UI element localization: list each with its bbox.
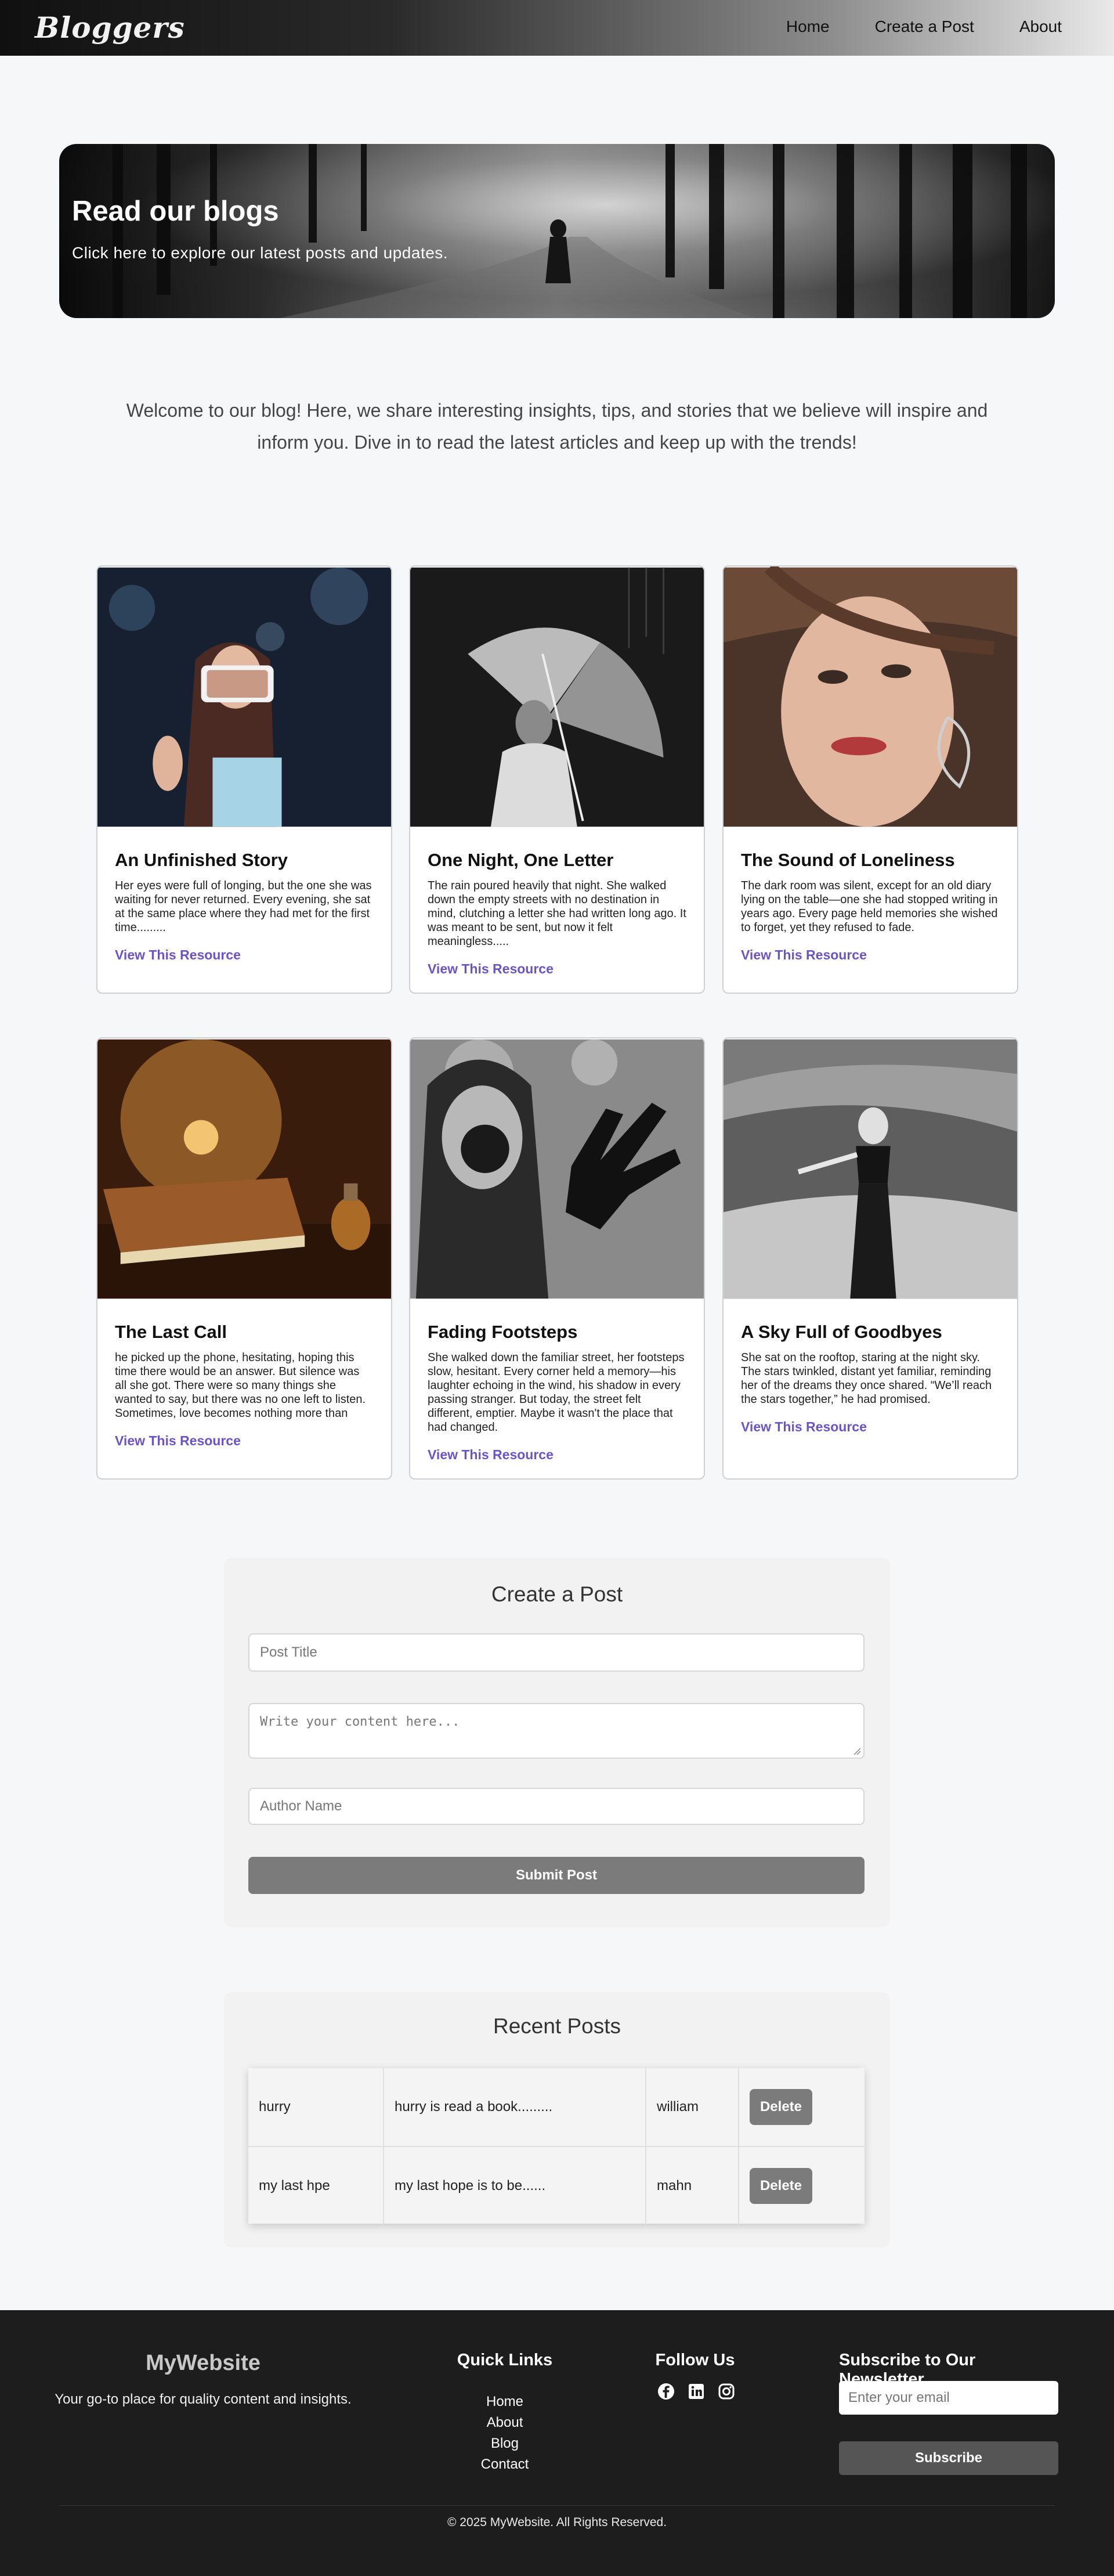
blog-card: The Sound of Loneliness The dark room wa… — [722, 565, 1018, 994]
nav-link-home[interactable]: Home — [786, 17, 830, 36]
hero-subtitle[interactable]: Click here to explore our latest posts a… — [72, 244, 448, 262]
blog-card: One Night, One Letter The rain poured he… — [409, 565, 705, 994]
card-title: Fading Footsteps — [428, 1322, 578, 1342]
blog-card: Fading Footsteps She walked down the fam… — [409, 1037, 705, 1480]
view-resource-link[interactable]: View This Resource — [115, 947, 374, 963]
post-author-cell: william — [646, 2068, 739, 2146]
footer-link-contact[interactable]: Contact — [447, 2454, 563, 2475]
delete-button[interactable]: Delete — [750, 2168, 812, 2204]
site-logo[interactable]: Bloggers — [35, 10, 185, 45]
card-excerpt: he picked up the phone, hesitating, hopi… — [115, 1351, 366, 1420]
card-image — [724, 1039, 1017, 1299]
card-image — [410, 567, 704, 827]
card-excerpt: Her eyes were full of longing, but the o… — [115, 879, 372, 934]
post-content-cell: my last hope is to be...... — [384, 2147, 646, 2225]
card-image — [724, 567, 1017, 827]
hero-title: Read our blogs — [72, 196, 279, 227]
view-resource-link[interactable]: View This Resource — [115, 1433, 374, 1449]
author-name-input[interactable]: Author Name — [248, 1788, 865, 1825]
nav-links: Home Create a Post About — [786, 17, 1062, 36]
view-resource-link[interactable]: View This Resource — [428, 1447, 686, 1463]
nav-link-create-post[interactable]: Create a Post — [875, 17, 974, 36]
post-content-textarea[interactable]: Write your content here... — [248, 1703, 865, 1759]
post-title-cell: my last hpe — [248, 2147, 384, 2225]
blog-card: A Sky Full of Goodbyes She sat on the ro… — [722, 1037, 1018, 1480]
social-icons — [657, 2382, 736, 2401]
site-footer: MyWebsite Your go-to place for quality c… — [0, 2310, 1114, 2576]
create-post-heading: Create a Post — [491, 1582, 623, 1606]
card-image — [97, 567, 391, 827]
footer-link-home[interactable]: Home — [447, 2391, 563, 2412]
card-title: A Sky Full of Goodbyes — [741, 1322, 942, 1342]
post-content-placeholder: Write your content here... — [260, 1715, 460, 1729]
nav-link-about[interactable]: About — [1019, 17, 1062, 36]
newsletter-email-input[interactable]: Enter your email — [839, 2381, 1058, 2415]
resize-grip-icon[interactable] — [853, 1747, 861, 1755]
footer-brand: MyWebsite — [146, 2351, 261, 2375]
view-resource-link[interactable]: View This Resource — [428, 961, 686, 977]
submit-post-button[interactable]: Submit Post — [248, 1857, 865, 1894]
follow-us-heading: Follow Us — [655, 2351, 735, 2369]
subscribe-button[interactable]: Subscribe — [839, 2441, 1058, 2475]
quick-links-list: Home About Blog Contact — [447, 2391, 563, 2475]
recent-posts-table: hurry hurry is read a book......... will… — [248, 2068, 865, 2225]
post-actions-cell: Delete — [739, 2147, 865, 2225]
footer-divider — [59, 2505, 1055, 2506]
view-resource-link[interactable]: View This Resource — [741, 947, 1000, 963]
card-image — [410, 1039, 704, 1299]
footer-tagline: Your go-to place for quality content and… — [55, 2391, 352, 2407]
post-content-cell: hurry is read a book......... — [384, 2068, 646, 2146]
card-excerpt: The dark room was silent, except for an … — [741, 879, 998, 934]
post-title-cell: hurry — [248, 2068, 384, 2146]
recent-posts-section: Recent Posts hurry hurry is read a book.… — [224, 1992, 890, 2247]
blog-card: An Unfinished Story Her eyes were full o… — [96, 565, 392, 994]
hero-forest-image — [113, 144, 1027, 318]
post-author-cell: mahn — [646, 2147, 739, 2225]
intro-text: Welcome to our blog! Here, we share inte… — [126, 400, 988, 453]
card-excerpt: She sat on the rooftop, staring at the n… — [741, 1351, 992, 1406]
linkedin-icon[interactable] — [687, 2382, 706, 2401]
card-title: An Unfinished Story — [115, 850, 288, 870]
post-actions-cell: Delete — [739, 2068, 865, 2146]
card-excerpt: The rain poured heavily that night. She … — [428, 879, 686, 948]
table-row: my last hpe my last hope is to be...... … — [248, 2146, 865, 2225]
card-title: One Night, One Letter — [428, 850, 614, 870]
table-row: hurry hurry is read a book......... will… — [248, 2068, 865, 2146]
quick-links-heading: Quick Links — [457, 2351, 553, 2369]
post-title-input[interactable]: Post Title — [248, 1633, 865, 1672]
recent-posts-heading: Recent Posts — [493, 2014, 621, 2038]
card-image — [97, 1039, 391, 1299]
facebook-icon[interactable] — [657, 2382, 675, 2401]
footer-link-blog[interactable]: Blog — [447, 2433, 563, 2454]
navbar: Bloggers Home Create a Post About — [0, 0, 1114, 56]
card-title: The Sound of Loneliness — [741, 850, 955, 870]
create-post-form: Create a Post Post Title Write your cont… — [224, 1558, 890, 1927]
view-resource-link[interactable]: View This Resource — [741, 1419, 1000, 1435]
card-title: The Last Call — [115, 1322, 227, 1342]
blog-card: The Last Call he picked up the phone, he… — [96, 1037, 392, 1480]
delete-button[interactable]: Delete — [750, 2089, 812, 2125]
footer-link-about[interactable]: About — [447, 2412, 563, 2433]
hero-banner[interactable]: Read our blogs Click here to explore our… — [59, 144, 1055, 318]
card-excerpt: She walked down the familiar street, her… — [428, 1351, 685, 1434]
instagram-icon[interactable] — [717, 2382, 736, 2401]
copyright-text: © 2025 MyWebsite. All Rights Reserved. — [447, 2516, 667, 2529]
